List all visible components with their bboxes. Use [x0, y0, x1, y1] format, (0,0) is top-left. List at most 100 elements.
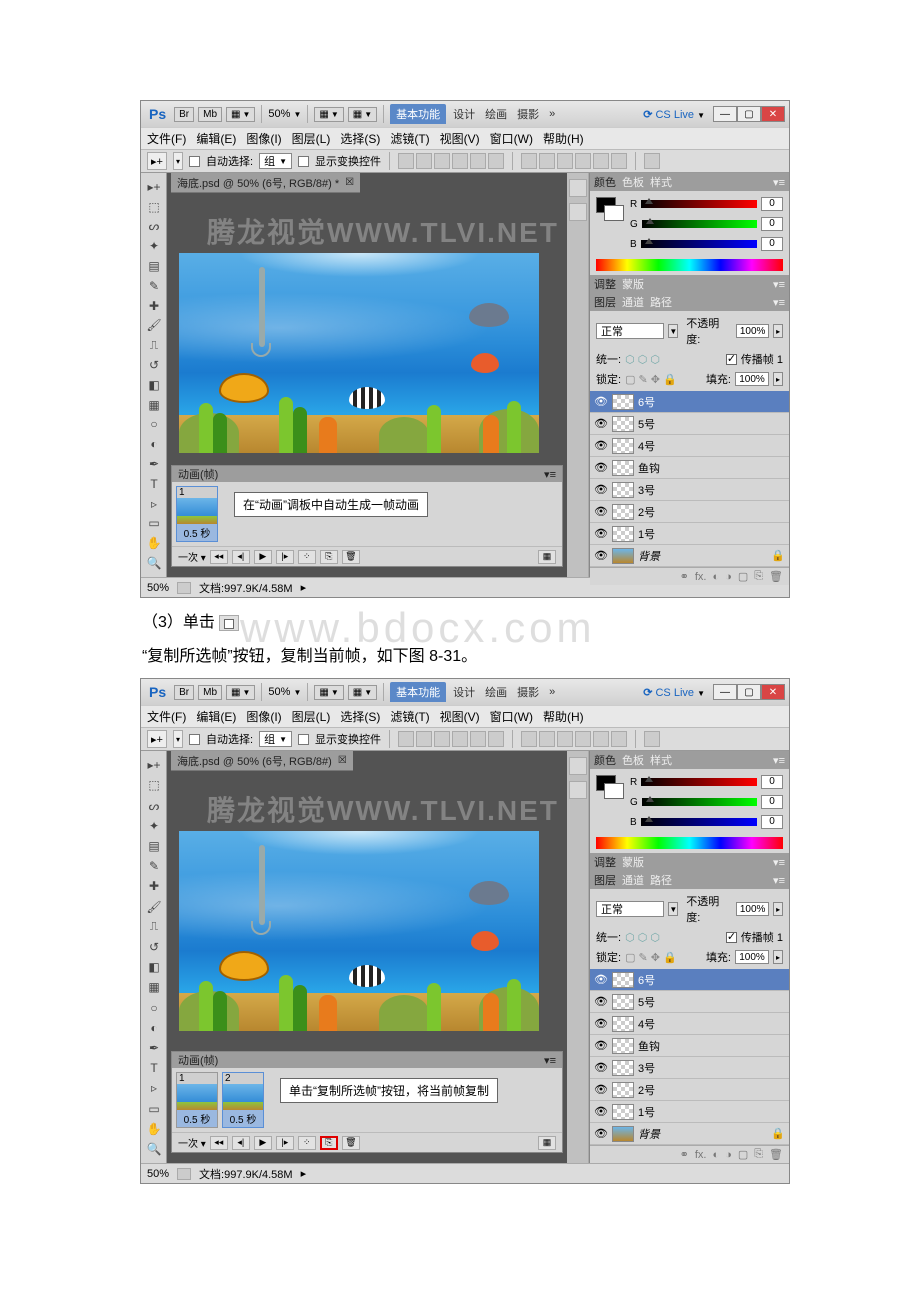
- prev-frame-button[interactable]: ◂|: [232, 1136, 250, 1150]
- r-slider[interactable]: [641, 200, 757, 208]
- eye-icon[interactable]: 👁: [594, 1017, 608, 1031]
- group-icon[interactable]: ▢: [738, 1148, 748, 1161]
- tab-styles[interactable]: 样式: [650, 174, 672, 190]
- menu-select[interactable]: 选择(S): [340, 708, 380, 725]
- menu-edit[interactable]: 编辑(E): [196, 130, 236, 147]
- move-tool[interactable]: ▸+: [141, 755, 167, 775]
- dodge-tool[interactable]: ◐: [141, 434, 167, 454]
- align-cluster-2[interactable]: [521, 731, 627, 747]
- layer-2[interactable]: 👁2号: [590, 501, 789, 523]
- menu-window[interactable]: 窗口(W): [490, 130, 533, 147]
- workspace-tab-design[interactable]: 设计: [450, 106, 478, 122]
- path-tool[interactable]: ▹: [141, 494, 167, 514]
- lasso-tool[interactable]: ᔕ: [141, 217, 167, 237]
- tab-layers[interactable]: 图层: [594, 294, 616, 310]
- menu-view[interactable]: 视图(V): [440, 130, 480, 147]
- loop-dropdown[interactable]: 一次 ▾: [178, 1135, 206, 1150]
- minibridge-button[interactable]: Mb: [198, 685, 222, 700]
- eyedropper-tool[interactable]: ✎: [141, 276, 167, 296]
- view-mode-1[interactable]: ▦: [314, 107, 343, 122]
- auto-select-dropdown[interactable]: 组 ▼: [259, 731, 292, 747]
- close-button[interactable]: ✕: [761, 684, 785, 700]
- mini-panel-2[interactable]: [569, 781, 587, 799]
- duplicate-frame-button[interactable]: ⎘: [320, 1136, 338, 1150]
- first-frame-button[interactable]: ◂◂: [210, 550, 228, 564]
- blend-mode-arrow[interactable]: ▼: [668, 902, 678, 916]
- layer-2[interactable]: 👁2号: [590, 1079, 789, 1101]
- gradient-tool[interactable]: ▦: [141, 977, 167, 997]
- animation-frame-2[interactable]: 2 0.5 秒: [222, 1072, 264, 1128]
- cslive-button[interactable]: ⟳ CS Live ▼: [643, 686, 705, 699]
- eye-icon[interactable]: 👁: [594, 973, 608, 987]
- workspace-tab-essentials[interactable]: 基本功能: [390, 104, 446, 124]
- heal-tool[interactable]: ✚: [141, 876, 167, 896]
- new-layer-icon[interactable]: ⎘: [754, 1148, 763, 1161]
- layer-1[interactable]: 👁1号: [590, 1101, 789, 1123]
- marquee-tool[interactable]: ⬚: [141, 197, 167, 217]
- menu-edit[interactable]: 编辑(E): [196, 708, 236, 725]
- minimize-button[interactable]: —: [713, 684, 737, 700]
- show-transform-checkbox[interactable]: [298, 734, 309, 745]
- tab-paths[interactable]: 路径: [650, 872, 672, 888]
- tab-channels[interactable]: 通道: [622, 872, 644, 888]
- wand-tool[interactable]: ✦: [141, 236, 167, 256]
- menu-view[interactable]: 视图(V): [440, 708, 480, 725]
- zoom-tool[interactable]: 🔍: [141, 1139, 167, 1159]
- document-tab[interactable]: 海底.psd @ 50% (6号, RGB/8#)☒: [171, 751, 353, 771]
- delete-layer-icon[interactable]: 🗑: [769, 1148, 783, 1161]
- group-icon[interactable]: ▢: [738, 570, 748, 583]
- eraser-tool[interactable]: ◧: [141, 375, 167, 395]
- workspace-more[interactable]: »: [546, 108, 558, 120]
- play-button[interactable]: ▶: [254, 550, 272, 564]
- bridge-button[interactable]: Br: [174, 685, 194, 700]
- opacity-value[interactable]: 100%: [736, 324, 769, 338]
- background-color[interactable]: [604, 205, 624, 221]
- align-cluster-1[interactable]: [398, 731, 504, 747]
- text-tool[interactable]: T: [141, 474, 167, 494]
- opacity-arrow[interactable]: ▸: [773, 902, 783, 916]
- workspace-tab-paint[interactable]: 绘画: [482, 684, 510, 700]
- blend-mode-arrow[interactable]: ▼: [668, 324, 678, 338]
- animation-panel-header[interactable]: 动画(帧) ▾≡: [172, 1052, 562, 1068]
- workspace-tab-design[interactable]: 设计: [450, 684, 478, 700]
- eye-icon[interactable]: 👁: [594, 417, 608, 431]
- mask-icon[interactable]: ◐: [713, 571, 720, 583]
- adjustment-icon[interactable]: ◑: [725, 1149, 732, 1161]
- layer-6[interactable]: 👁6号: [590, 391, 789, 413]
- eye-icon[interactable]: 👁: [594, 439, 608, 453]
- tab-styles[interactable]: 样式: [650, 752, 672, 768]
- zoom-level[interactable]: 50% ▼: [268, 686, 301, 698]
- auto-align-icon[interactable]: [644, 153, 660, 169]
- mini-panel-2[interactable]: [569, 203, 587, 221]
- menu-select[interactable]: 选择(S): [340, 130, 380, 147]
- fill-value[interactable]: 100%: [735, 950, 769, 964]
- hue-strip[interactable]: [596, 837, 783, 849]
- document-tab[interactable]: 海底.psd @ 50% (6号, RGB/8#) *☒: [171, 173, 360, 193]
- pen-tool[interactable]: ✒: [141, 1038, 167, 1058]
- minibridge-button[interactable]: Mb: [198, 107, 222, 122]
- layer-1[interactable]: 👁1号: [590, 523, 789, 545]
- tab-channels[interactable]: 通道: [622, 294, 644, 310]
- blend-mode-dropdown[interactable]: 正常: [596, 901, 664, 917]
- path-tool[interactable]: ▹: [141, 1078, 167, 1098]
- layer-6[interactable]: 👁6号: [590, 969, 789, 991]
- history-brush-tool[interactable]: ↺: [141, 937, 167, 957]
- align-cluster-2[interactable]: [521, 153, 627, 169]
- view-mode-1[interactable]: ▦: [314, 685, 343, 700]
- r-slider[interactable]: [641, 778, 757, 786]
- eye-icon[interactable]: 👁: [594, 1061, 608, 1075]
- adjustment-icon[interactable]: ◑: [725, 571, 732, 583]
- hand-tool[interactable]: ✋: [141, 533, 167, 553]
- eye-icon[interactable]: 👁: [594, 1105, 608, 1119]
- workspace-tab-paint[interactable]: 绘画: [482, 106, 510, 122]
- tab-paths[interactable]: 路径: [650, 294, 672, 310]
- tab-swatches[interactable]: 色板: [622, 752, 644, 768]
- arrange-button[interactable]: ▦: [226, 685, 255, 700]
- status-arrow[interactable]: ▸: [301, 581, 307, 594]
- lasso-tool[interactable]: ᔕ: [141, 795, 167, 815]
- crop-tool[interactable]: ▤: [141, 836, 167, 856]
- eye-icon[interactable]: 👁: [594, 549, 608, 563]
- layer-hook[interactable]: 👁鱼钩: [590, 1035, 789, 1057]
- close-tab-icon[interactable]: ☒: [345, 177, 354, 188]
- eye-icon[interactable]: 👁: [594, 1039, 608, 1053]
